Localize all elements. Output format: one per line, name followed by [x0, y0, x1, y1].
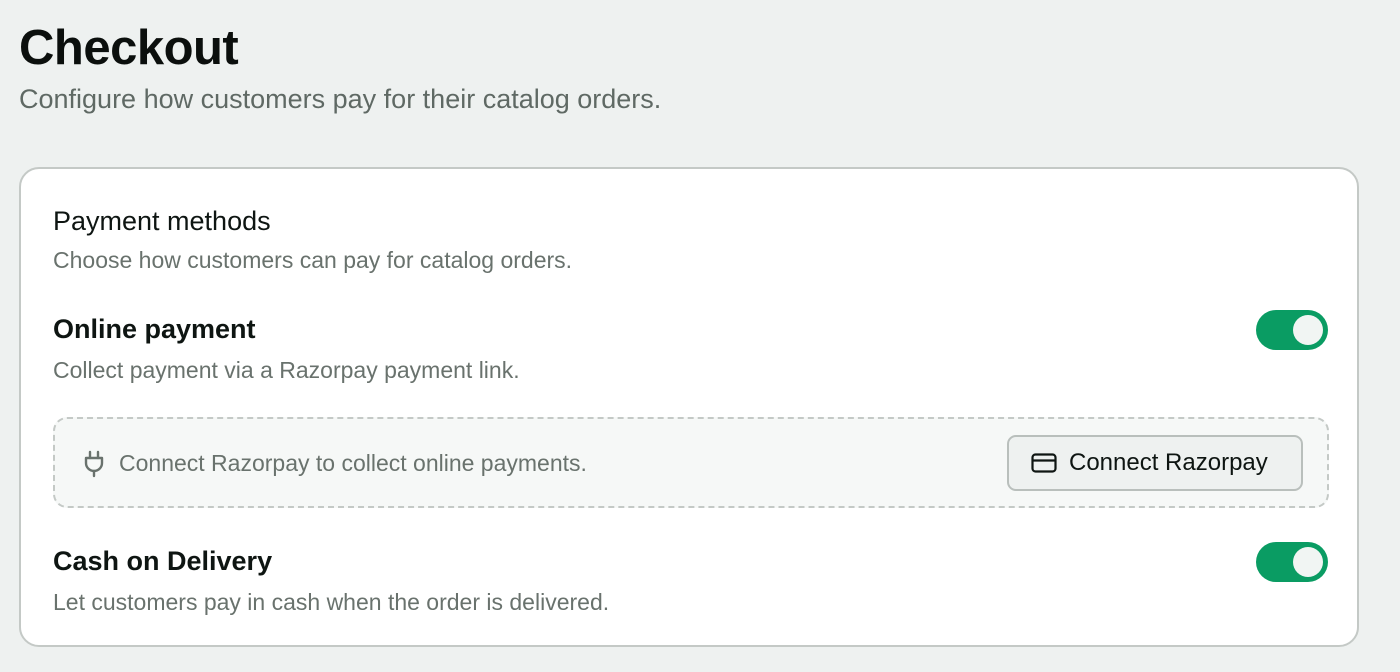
cash-on-delivery-description: Let customers pay in cash when the order…	[53, 589, 610, 615]
toggle-knob	[1293, 315, 1323, 345]
connect-razorpay-label: Connect Razorpay	[1069, 449, 1268, 476]
connect-razorpay-button[interactable]: Connect Razorpay	[1007, 435, 1303, 491]
cash-on-delivery-label: Cash on Delivery	[53, 546, 273, 576]
page-subtitle: Configure how customers pay for their ca…	[19, 84, 662, 114]
razorpay-connect-message: Connect Razorpay to collect online payme…	[119, 450, 587, 476]
credit-card-icon	[1031, 453, 1057, 473]
online-payment-label: Online payment	[53, 314, 256, 344]
razorpay-connect-box: Connect Razorpay to collect online payme…	[53, 417, 1329, 508]
page-title: Checkout	[19, 21, 239, 75]
payment-methods-card: Payment methods Choose how customers can…	[19, 167, 1359, 647]
toggle-knob	[1293, 547, 1323, 577]
payment-methods-title: Payment methods	[53, 206, 271, 236]
online-payment-description: Collect payment via a Razorpay payment l…	[53, 357, 520, 383]
payment-methods-description: Choose how customers can pay for catalog…	[53, 247, 573, 273]
cash-on-delivery-toggle[interactable]	[1256, 542, 1328, 582]
online-payment-toggle[interactable]	[1256, 310, 1328, 350]
plug-icon	[84, 450, 104, 478]
